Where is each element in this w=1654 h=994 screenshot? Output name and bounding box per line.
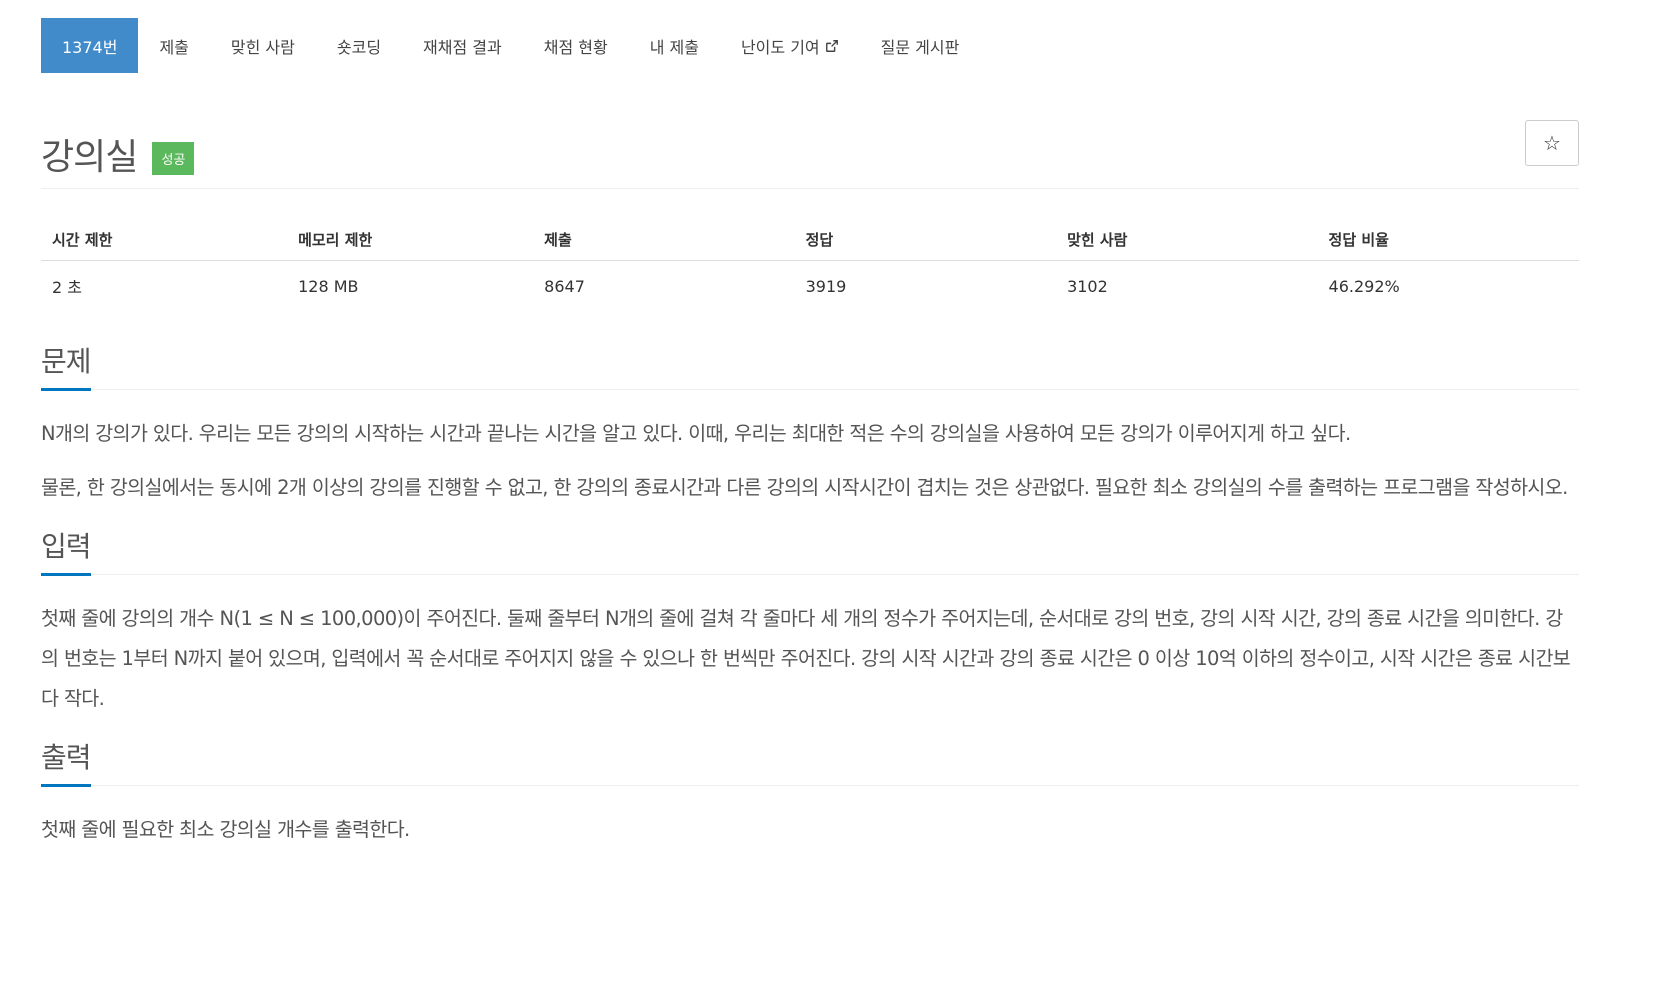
tab-problem-number[interactable]: 1374번: [41, 18, 139, 73]
problem-page: 1374번 제출 맞힌 사람 숏코딩 재채점 결과 채점 현황 내 제출 난이도…: [41, 18, 1579, 850]
problem-header: 강의실 성공 ☆: [41, 120, 1579, 178]
section-problem-head: 문제: [41, 337, 1579, 391]
info-header-memory-limit: 메모리 제한: [287, 219, 534, 261]
tab-solved-users[interactable]: 맞힌 사람: [210, 18, 316, 73]
problem-title: 강의실: [41, 137, 138, 178]
info-header-submissions: 제출: [533, 219, 795, 261]
section-output-head: 출력: [41, 733, 1579, 787]
info-value-time-limit: 2 초: [52, 278, 82, 297]
problem-description-paragraph-2: 물론, 한 강의실에서는 동시에 2개 이상의 강의를 진행할 수 없고, 한 …: [41, 476, 1568, 499]
section-input-body: 첫째 줄에 강의의 개수 N(1 ≤ N ≤ 100,000)이 주어진다. 둘…: [41, 599, 1579, 719]
section-output: 출력 첫째 줄에 필요한 최소 강의실 개수를 출력한다.: [41, 733, 1579, 850]
tab-short-coding[interactable]: 숏코딩: [316, 18, 402, 73]
output-description-paragraph: 첫째 줄에 필요한 최소 강의실 개수를 출력한다.: [41, 818, 410, 841]
section-input: 입력 첫째 줄에 강의의 개수 N(1 ≤ N ≤ 100,000)이 주어진다…: [41, 522, 1579, 719]
section-problem: 문제 N개의 강의가 있다. 우리는 모든 강의의 시작하는 시간과 끝나는 시…: [41, 337, 1579, 508]
tab-submit[interactable]: 제출: [138, 18, 209, 73]
problem-nav-tabs: 1374번 제출 맞힌 사람 숏코딩 재채점 결과 채점 현황 내 제출 난이도…: [41, 18, 1579, 73]
status-badge: 성공: [152, 141, 195, 175]
title-divider: [41, 188, 1579, 189]
problem-description-paragraph-1: N개의 강의가 있다. 우리는 모든 강의의 시작하는 시간과 끝나는 시간을 …: [41, 422, 1351, 445]
info-value-submissions: 8647: [544, 276, 585, 296]
info-value-ratio: 46.292%: [1328, 276, 1400, 296]
input-description-paragraph: 첫째 줄에 강의의 개수 N(1 ≤ N ≤ 100,000)이 주어진다. 둘…: [41, 607, 1571, 710]
info-value-accepted: 3919: [805, 276, 847, 296]
info-value-row: 2 초 128 MB 8647 3919 3102 46.292%: [41, 261, 1579, 312]
star-icon: ☆: [1543, 131, 1561, 155]
info-value-memory-limit: 128 MB: [298, 276, 359, 296]
tab-judge-status[interactable]: 채점 현황: [523, 18, 629, 73]
external-link-icon: [825, 39, 838, 52]
tab-rejudge-results[interactable]: 재채점 결과: [402, 18, 523, 73]
tab-difficulty-contribution-label: 난이도 기여: [740, 37, 820, 57]
info-header-time-limit: 시간 제한: [41, 219, 288, 261]
favorite-button[interactable]: ☆: [1525, 120, 1579, 166]
section-input-title: 입력: [41, 525, 92, 576]
section-output-title: 출력: [41, 736, 92, 787]
section-input-head: 입력: [41, 522, 1579, 576]
tab-question-board[interactable]: 질문 게시판: [860, 18, 981, 73]
info-header-solved-users: 맞힌 사람: [1056, 219, 1318, 261]
info-header-accepted: 정답: [794, 219, 1057, 261]
section-problem-body: N개의 강의가 있다. 우리는 모든 강의의 시작하는 시간과 끝나는 시간을 …: [41, 414, 1579, 508]
tab-difficulty-contribution[interactable]: 난이도 기여: [720, 18, 860, 73]
info-header-row: 시간 제한 메모리 제한 제출 정답 맞힌 사람 정답 비율: [41, 219, 1579, 261]
problem-info-table: 시간 제한 메모리 제한 제출 정답 맞힌 사람 정답 비율 2 초 128 M…: [41, 219, 1579, 311]
info-header-ratio: 정답 비율: [1317, 219, 1579, 261]
section-problem-title: 문제: [41, 340, 92, 391]
tab-my-submissions[interactable]: 내 제출: [629, 18, 720, 73]
info-value-solved-users: 3102: [1067, 276, 1108, 296]
section-output-body: 첫째 줄에 필요한 최소 강의실 개수를 출력한다.: [41, 810, 1579, 850]
